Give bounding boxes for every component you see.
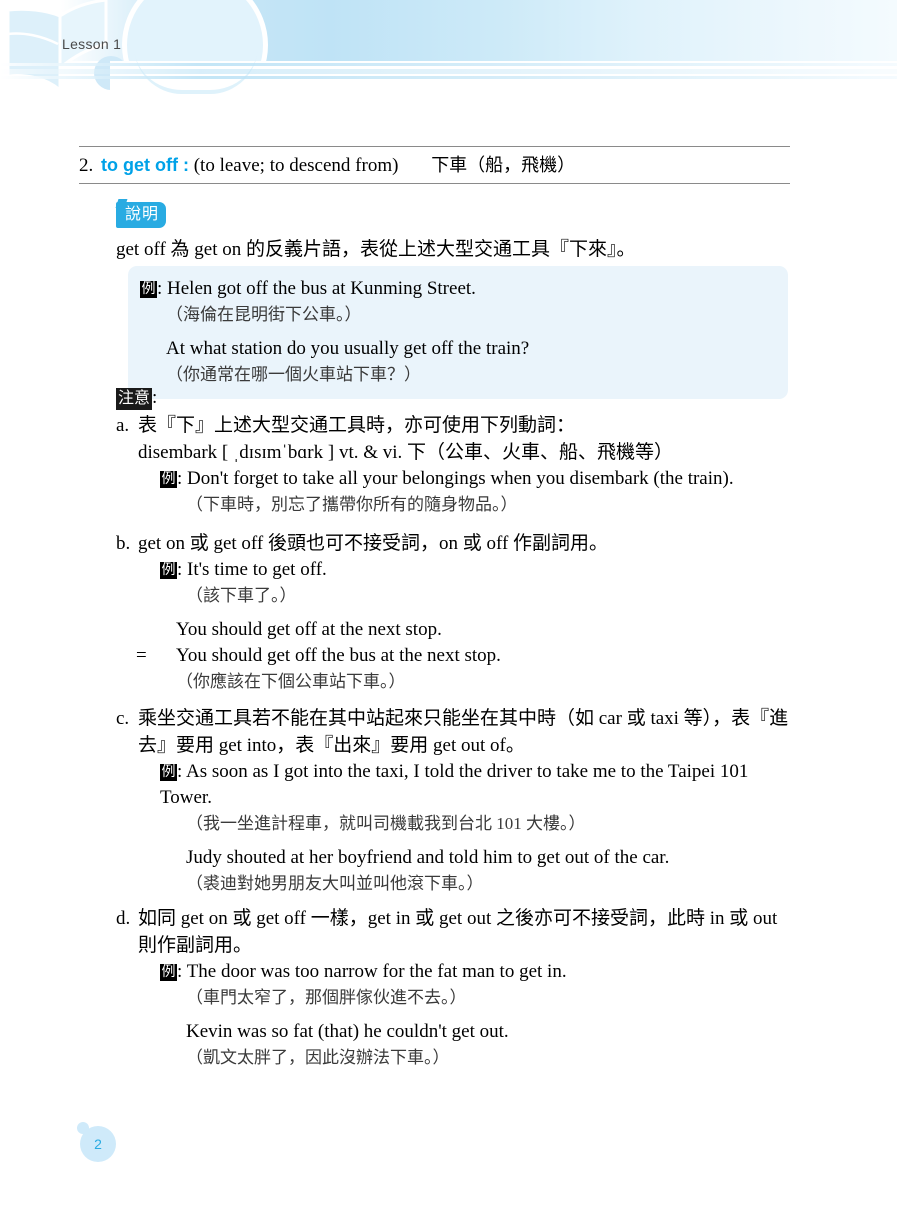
equals-sign: =: [136, 645, 147, 666]
note-d-example-1-en: The door was too narrow for the fat man …: [186, 961, 567, 982]
example-line-1: 例: Helen got off the bus at Kunming Stre…: [140, 278, 476, 299]
entry-title-bar: 2. to get off : (to leave; to descend fr…: [79, 146, 790, 184]
note-item-b: b. get on 或 get off 後頭也可不接受詞，on 或 off 作副…: [116, 530, 796, 694]
note-a-example-1: 例: Don't forget to take all your belongi…: [160, 468, 734, 489]
note-label-b: b.: [116, 533, 131, 554]
note-d-example-2-cn: （凱文太胖了，因此沒辦法下車。）: [186, 1048, 450, 1067]
page-number-text: 2: [94, 1136, 102, 1152]
note-d-example-1: 例: The door was too narrow for the fat m…: [160, 961, 567, 982]
entry-english-definition: (to leave; to descend from): [193, 155, 399, 176]
example-marker-icon: 例: [160, 964, 177, 981]
header-stripe-1: [0, 63, 897, 66]
example-english-1: Helen got off the bus at Kunming Street.: [167, 278, 476, 299]
notes-badge-wrap: 注意:: [116, 386, 157, 410]
note-body-b: get on 或 get off 後頭也可不接受詞，on 或 off 作副詞用。: [138, 533, 609, 554]
page-number-badge: 2: [77, 1122, 120, 1162]
note-c-example-2-en: Judy shouted at her boyfriend and told h…: [186, 847, 670, 868]
header-stripe-2: [0, 69, 897, 74]
notes-badge-colon: :: [152, 387, 158, 408]
notes-badge: 注意: [116, 388, 153, 410]
note-label-c: c.: [116, 708, 130, 729]
note-c-example-1: 例: As soon as I got into the taxi, I tol…: [160, 761, 749, 808]
example-chinese-2: （你通常在哪一個火車站下車？）: [166, 365, 421, 384]
explanation-badge-wrap: 說明: [115, 199, 167, 228]
note-c-example-1-en: As soon as I got into the taxi, I told t…: [160, 761, 749, 808]
note-b-equation-line-2: You should get off the bus at the next s…: [176, 645, 501, 666]
entry-chinese-definition: 下車（船，飛機）: [431, 155, 576, 175]
example-chinese-1: （海倫在昆明街下公車。）: [166, 305, 362, 324]
note-body-c: 乘坐交通工具若不能在其中站起來只能坐在其中時（如 car 或 taxi 等），表…: [138, 708, 789, 756]
note-label-a: a.: [116, 415, 130, 436]
note-body-d: 如同 get on 或 get off 一樣，get in 或 get out …: [138, 908, 778, 956]
example-marker-icon: 例: [160, 471, 177, 488]
note-c-example-1-cn: （我一坐進計程車，就叫司機載我到台北 101 大樓。）: [186, 814, 586, 833]
example-box: 例: Helen got off the bus at Kunming Stre…: [128, 266, 788, 399]
note-d-example-2-en: Kevin was so fat (that) he couldn't get …: [186, 1021, 509, 1042]
example-english-2: At what station do you usually get off t…: [166, 338, 530, 359]
note-c-example-2-cn: （裘迪對她男朋友大叫並叫他滾下車。）: [186, 874, 484, 893]
note-a-example-1-en: Don't forget to take all your belongings…: [187, 468, 734, 489]
note-a-example-1-cn: （下車時，別忘了攜帶你所有的隨身物品。）: [186, 495, 518, 514]
entry-title: 2. to get off : (to leave; to descend fr…: [79, 153, 790, 178]
entry-number: 2.: [79, 155, 94, 176]
header-stripe-3: [0, 76, 897, 79]
note-b-example-1-cn: （該下車了。）: [186, 586, 297, 605]
note-b-equation-line-1: You should get off at the next stop.: [176, 619, 442, 640]
page-header: Lesson 1: [0, 0, 897, 121]
lesson-label: Lesson 1: [62, 36, 122, 52]
note-b-example-1-en: It's time to get off.: [187, 559, 327, 580]
note-b-equation-row: = You should get off the bus at the next…: [116, 643, 796, 669]
example-marker-icon: 例: [160, 562, 177, 579]
note-item-d: d. 如同 get on 或 get off 一樣，get in 或 get o…: [116, 905, 796, 1070]
entry-phrase: to get off :: [101, 155, 189, 175]
explanation-badge-label: 說明: [125, 206, 160, 223]
example-marker-icon: 例: [140, 281, 157, 298]
note-d-example-1-cn: （車門太窄了，那個胖傢伙進不去。）: [186, 988, 467, 1007]
note-b-equation-cn: （你應該在下個公車站下車。）: [176, 672, 406, 691]
note-item-a: a. 表『下』上述大型交通工具時，亦可使用下列動詞： disembark [ ˌ…: [116, 412, 796, 517]
explanation-text: get off 為 get on 的反義片語，表從上述大型交通工具『下來』。: [116, 239, 636, 260]
note-label-d: d.: [116, 908, 131, 929]
note-subline-a: disembark [ ˌdɪsɪmˈbɑrk ] vt. & vi. 下（公車…: [138, 442, 674, 463]
example-marker-icon: 例: [160, 764, 177, 781]
explanation-badge: 說明: [115, 199, 167, 228]
note-item-c: c. 乘坐交通工具若不能在其中站起來只能坐在其中時（如 car 或 taxi 等…: [116, 705, 796, 896]
note-b-example-1: 例: It's time to get off.: [160, 559, 327, 580]
note-body-a: 表『下』上述大型交通工具時，亦可使用下列動詞：: [138, 415, 576, 436]
